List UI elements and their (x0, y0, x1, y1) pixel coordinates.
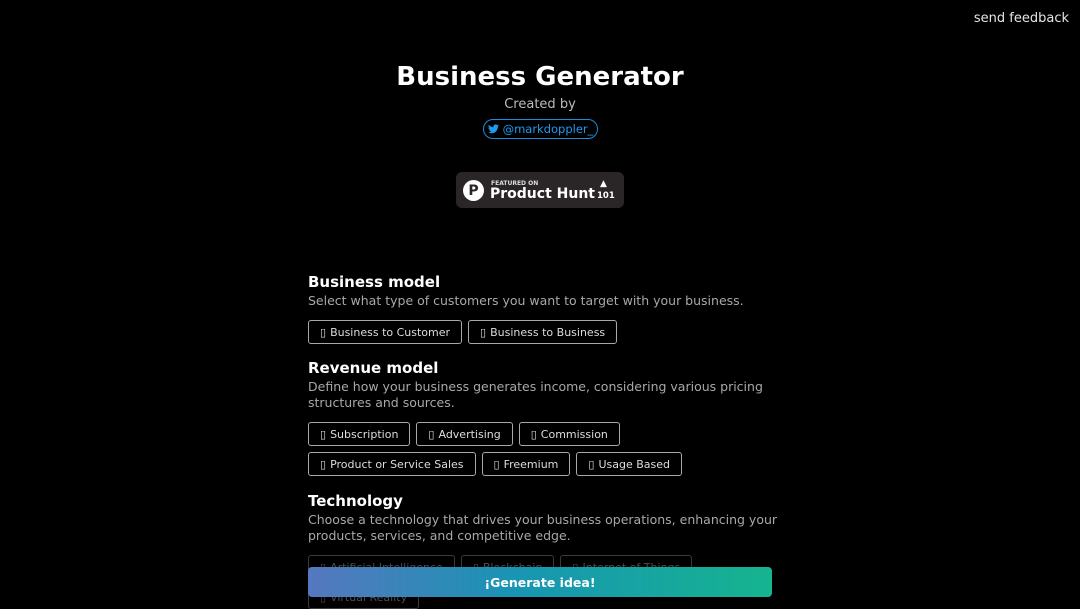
option-label: Advertising (438, 427, 501, 441)
section-description: Choose a technology that drives your bus… (308, 512, 778, 543)
option-emoji-icon: ▯ (493, 457, 500, 471)
option-emoji-icon: ▯ (320, 427, 327, 441)
option-button[interactable]: ▯ Business to Customer (308, 320, 463, 344)
section-title: Technology (308, 492, 403, 510)
business-model-section: Business model Select what type of custo… (308, 273, 778, 344)
option-emoji-icon: ▯ (320, 457, 327, 471)
section-description: Select what type of customers you want t… (308, 293, 744, 308)
option-label: Commission (540, 427, 608, 441)
option-button[interactable]: ▯ Business to Business (468, 320, 618, 344)
option-label: Subscription (330, 427, 399, 441)
option-label: Business to Business (490, 325, 606, 339)
option-emoji-icon: ▯ (428, 427, 435, 441)
option-emoji-icon: ▯ (480, 325, 487, 339)
option-button[interactable]: ▯ Subscription (308, 422, 411, 446)
twitter-icon (487, 124, 499, 134)
twitter-handle: @markdoppler_ (502, 122, 594, 136)
section-description: Define how your business generates incom… (308, 379, 763, 410)
upvote-icon: ▲ (600, 179, 607, 189)
send-feedback-link[interactable]: send feedback (974, 11, 1069, 26)
upvote-count: 101 (597, 191, 615, 201)
generate-idea-button[interactable]: ¡Generate idea! (308, 567, 772, 597)
product-hunt-badge[interactable]: P FEATURED ON Product Hunt ▲ 101 (456, 172, 624, 208)
revenue-model-section: Revenue model Define how your business g… (308, 359, 778, 476)
created-by-label: Created by (504, 97, 576, 112)
product-hunt-logo-icon: P (463, 180, 484, 201)
option-label: Usage Based (598, 457, 670, 471)
option-button[interactable]: ▯ Usage Based (576, 452, 682, 476)
option-button[interactable]: ▯ Commission (518, 422, 620, 446)
option-label: Product or Service Sales (330, 457, 464, 471)
section-title: Business model (308, 273, 441, 291)
option-label: Freemium (503, 457, 559, 471)
page-title: Business Generator (396, 62, 684, 92)
product-hunt-name: Product Hunt (490, 186, 595, 202)
option-button[interactable]: ▯ Advertising (416, 422, 513, 446)
option-button[interactable]: ▯ Product or Service Sales (308, 452, 476, 476)
option-button[interactable]: ▯ Freemium (481, 452, 571, 476)
option-emoji-icon: ▯ (320, 325, 327, 339)
section-title: Revenue model (308, 359, 439, 377)
twitter-link[interactable]: @markdoppler_ (483, 119, 598, 139)
option-label: Business to Customer (330, 325, 451, 339)
option-emoji-icon: ▯ (588, 457, 595, 471)
option-emoji-icon: ▯ (530, 427, 537, 441)
